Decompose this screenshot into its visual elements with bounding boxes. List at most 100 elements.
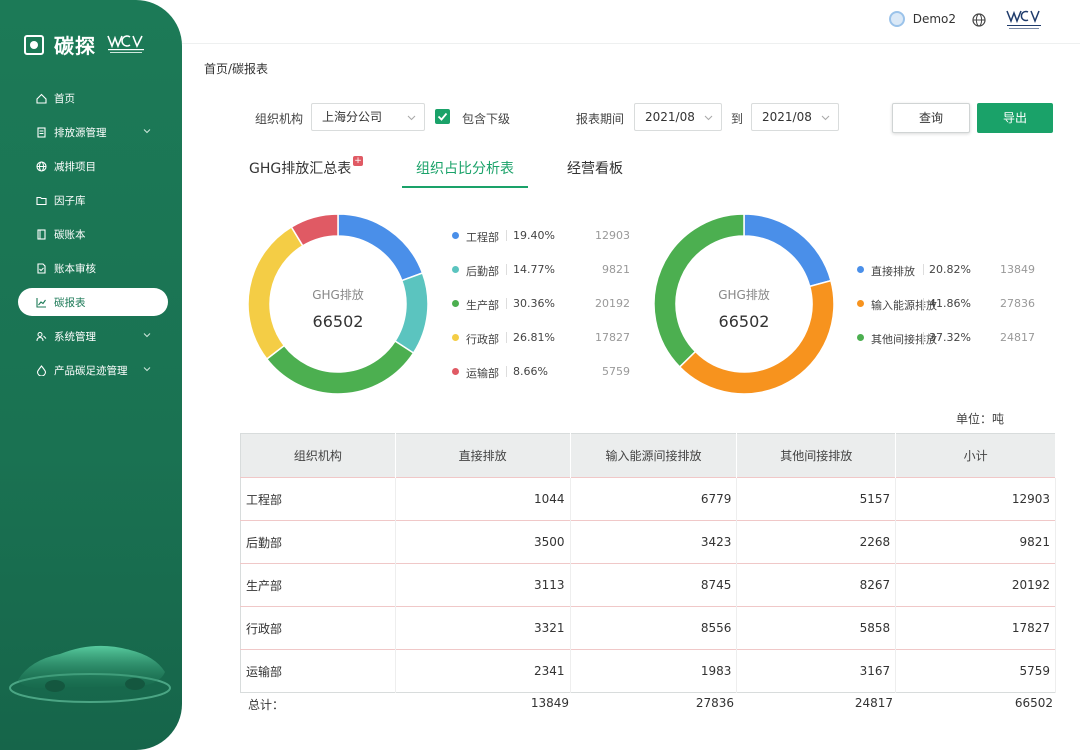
org-select[interactable]: 上海分公司 (311, 103, 425, 131)
sidebar-item-label: 碳报表 (54, 296, 86, 309)
period-to-value: 2021/08 (762, 110, 812, 124)
period-from-select[interactable]: 2021/08 (634, 103, 722, 131)
legend-dot (857, 300, 864, 307)
legend-dot (857, 266, 864, 273)
col-header-direct[interactable]: 直接排放 (395, 433, 571, 478)
table-cell-value: 20192 (895, 563, 1056, 607)
table-cell-value: 8745 (570, 563, 738, 607)
legend-percent: 19.40% (513, 229, 555, 242)
sidebar-item-3[interactable]: 因子库 (18, 186, 168, 214)
tab-dashboard-label: 经营看板 (567, 161, 623, 177)
table-row[interactable]: 行政部 3321 8556 5858 17827 (240, 606, 1056, 650)
tab-badge: + (353, 156, 363, 166)
check-icon (437, 112, 448, 121)
tab-dashboard[interactable]: 经营看板 (567, 158, 623, 186)
brand-logo[interactable]: 碳探 (24, 30, 146, 59)
user-menu[interactable]: Demo2 (888, 11, 956, 27)
legend-name: 后勤部 (466, 265, 499, 278)
chevron-down-icon (143, 129, 151, 134)
table-row[interactable]: 运输部 2341 1983 3167 5759 (240, 649, 1056, 693)
legend-dot (452, 266, 459, 273)
legend-item[interactable]: 直接排放 20.82% 13849 (857, 263, 1080, 278)
legend-dot (452, 334, 459, 341)
period-to-select[interactable]: 2021/08 (751, 103, 839, 131)
table-row[interactable]: 生产部 3113 8745 8267 20192 (240, 563, 1056, 607)
document-icon (34, 125, 48, 139)
globe-icon (34, 159, 48, 173)
legend-name: 行政部 (466, 333, 499, 346)
legend-item[interactable]: 输入能源排放 41.86% 27836 (857, 297, 1080, 312)
user-name: Demo2 (912, 12, 956, 26)
totals-subtotal: 66502 (1014, 696, 1053, 710)
tab-org-share[interactable]: 组织占比分析表 (402, 158, 528, 188)
col-header-energy[interactable]: 输入能源间接排放 (570, 433, 738, 478)
sidebar-item-1[interactable]: 排放源管理 (18, 118, 168, 146)
legend-item[interactable]: 其他间接排放 37.32% 24817 (857, 331, 1080, 346)
table-cell-value: 3423 (570, 520, 738, 564)
legend-separator (506, 366, 507, 377)
table-cell-value: 3113 (395, 563, 571, 607)
legend-separator (506, 230, 507, 241)
wcv-logo-icon (107, 34, 144, 53)
brand-icon (24, 34, 44, 55)
drop-icon (34, 363, 48, 377)
table-cell-value: 3321 (395, 606, 571, 650)
folder-icon (34, 193, 48, 207)
include-sub-checkbox[interactable] (435, 109, 450, 124)
chevron-down-icon (407, 115, 416, 121)
sidebar-item-label: 账本审核 (54, 262, 96, 275)
language-globe-icon[interactable] (972, 13, 986, 27)
export-button[interactable]: 导出 (977, 103, 1053, 133)
book-icon (34, 227, 48, 241)
period-label: 报表期间 (576, 112, 625, 126)
table-row[interactable]: 工程部 1044 6779 5157 12903 (240, 477, 1056, 521)
totals-direct: 13849 (530, 696, 569, 710)
legend-name: 输入能源排放 (871, 299, 937, 312)
col-header-subtotal[interactable]: 小计 (895, 433, 1056, 478)
legend-value: 12903 (595, 229, 630, 242)
tab-ghg-summary[interactable]: GHG排放汇总表 (249, 158, 351, 186)
table-cell-value: 3167 (736, 649, 897, 693)
donut-slice-2[interactable] (265, 340, 415, 395)
table-cell-org: 后勤部 (240, 520, 396, 564)
sidebar-item-4[interactable]: 碳账本 (18, 220, 168, 248)
table-row[interactable]: 后勤部 3500 3423 2268 9821 (240, 520, 1056, 564)
legend-separator (923, 332, 924, 343)
query-button[interactable]: 查询 (892, 103, 970, 133)
legend-dot (452, 368, 459, 375)
period-from-value: 2021/08 (645, 110, 695, 124)
col-header-org[interactable]: 组织机构 (240, 433, 396, 478)
sidebar-item-0[interactable]: 首页 (18, 84, 168, 112)
home-icon (34, 91, 48, 105)
table-cell-value: 5759 (895, 649, 1056, 693)
legend-percent: 41.86% (929, 297, 971, 310)
sidebar-item-label: 系统管理 (54, 330, 96, 343)
sidebar-item-6[interactable]: 碳报表 (18, 288, 168, 316)
donut-slice-0[interactable] (743, 213, 832, 288)
table-cell-value: 3500 (395, 520, 571, 564)
donut-slice-0[interactable] (337, 213, 424, 282)
org-label: 组织机构 (255, 112, 304, 126)
table-body: 工程部 1044 6779 5157 12903 后勤部 3500 3423 2268 9821 生… (240, 477, 1056, 693)
sidebar-item-7[interactable]: 系统管理 (18, 322, 168, 350)
donut-center-value: 66502 (718, 312, 770, 331)
table-cell-org: 生产部 (240, 563, 396, 607)
user-avatar (888, 11, 905, 27)
legend-percent: 30.36% (513, 297, 555, 310)
sidebar-item-2[interactable]: 减排项目 (18, 152, 168, 180)
table-cell-value: 5858 (736, 606, 897, 650)
legend-name: 工程部 (466, 231, 499, 244)
table-cell-value: 1983 (570, 649, 738, 693)
col-header-other[interactable]: 其他间接排放 (736, 433, 897, 478)
sidebar-item-5[interactable]: 账本审核 (18, 254, 168, 282)
legend-percent: 37.32% (929, 331, 971, 344)
sidebar-item-label: 首页 (54, 92, 75, 105)
legend-name: 直接排放 (871, 265, 915, 278)
legend-value: 20192 (595, 297, 630, 310)
car-illustration-icon (9, 645, 171, 703)
chevron-down-icon (821, 115, 830, 121)
chevron-down-icon (143, 333, 151, 338)
legend-value: 27836 (1000, 297, 1035, 310)
sidebar-item-8[interactable]: 产品碳足迹管理 (18, 356, 168, 384)
org-select-value: 上海分公司 (322, 110, 383, 124)
